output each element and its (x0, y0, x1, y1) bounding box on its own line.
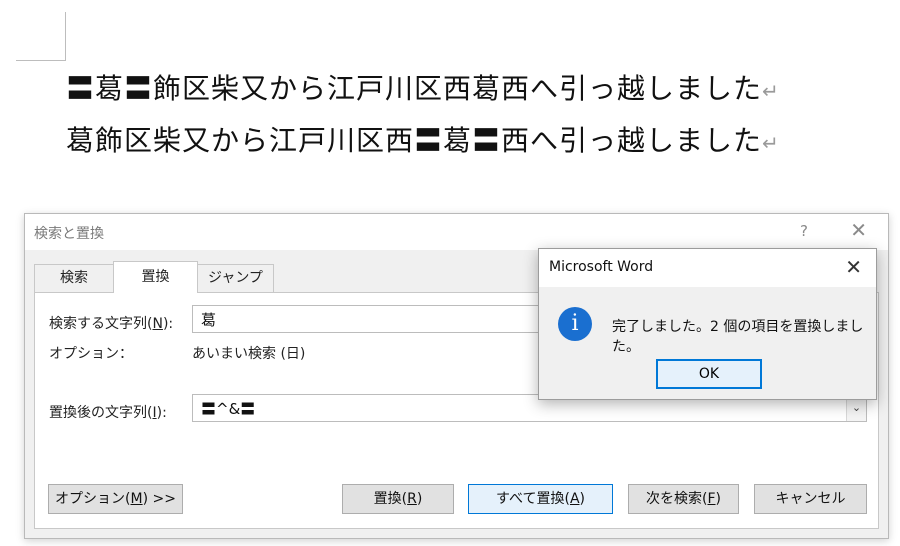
replace-all-button[interactable]: すべて置換(A) (468, 484, 613, 514)
find-label: 検索する文字列(N): (49, 316, 174, 332)
find-next-button[interactable]: 次を検索(F) (628, 484, 739, 514)
find-input-value: 葛 (201, 311, 217, 329)
page-corner-mark (16, 12, 66, 61)
information-icon: i (558, 307, 592, 341)
tab-goto[interactable]: ジャンプ (197, 264, 274, 292)
dialog-title: 検索と置換 (34, 226, 104, 242)
message-box: Microsoft Word ✕ i 完了しました。2 個の項目を置換しました。… (538, 248, 877, 400)
help-button[interactable]: ? (800, 222, 808, 240)
replace-label: 置換後の文字列(I): (49, 405, 167, 421)
options-value: あいまい検索 (日) (192, 346, 306, 362)
message-text: 完了しました。2 個の項目を置換しました。 (612, 319, 864, 355)
paragraph-mark-icon: ↵ (762, 79, 780, 103)
document-line-1-text: 〓葛〓飾区柴又から江戸川区西葛西へ引っ越しました (66, 72, 763, 105)
document-line-2[interactable]: 葛飾区柴又から江戸川区西〓葛〓西へ引っ越しました↵ (66, 119, 780, 159)
close-icon[interactable]: ✕ (845, 255, 862, 279)
tab-find[interactable]: 検索 (34, 264, 114, 292)
tab-replace[interactable]: 置換 (113, 261, 198, 293)
paragraph-mark-icon: ↵ (762, 131, 780, 155)
document-line-1[interactable]: 〓葛〓飾区柴又から江戸川区西葛西へ引っ越しました↵ (66, 67, 780, 107)
replace-input-value: 〓^&〓 (201, 400, 256, 418)
find-input[interactable]: 葛 (192, 305, 552, 333)
close-icon[interactable]: ✕ (850, 218, 867, 242)
message-box-title-bar[interactable]: Microsoft Word ✕ (539, 249, 876, 287)
message-box-title: Microsoft Word (549, 259, 654, 275)
options-button[interactable]: オプション(M) >> (48, 484, 183, 514)
options-label: オプション： (49, 346, 133, 362)
replace-button[interactable]: 置換(R) (342, 484, 454, 514)
ok-button[interactable]: OK (656, 359, 762, 389)
dialog-title-bar[interactable]: 検索と置換 ? ✕ (25, 214, 888, 250)
cancel-button[interactable]: キャンセル (754, 484, 867, 514)
document-line-2-text: 葛飾区柴又から江戸川区西〓葛〓西へ引っ越しました (66, 124, 763, 157)
